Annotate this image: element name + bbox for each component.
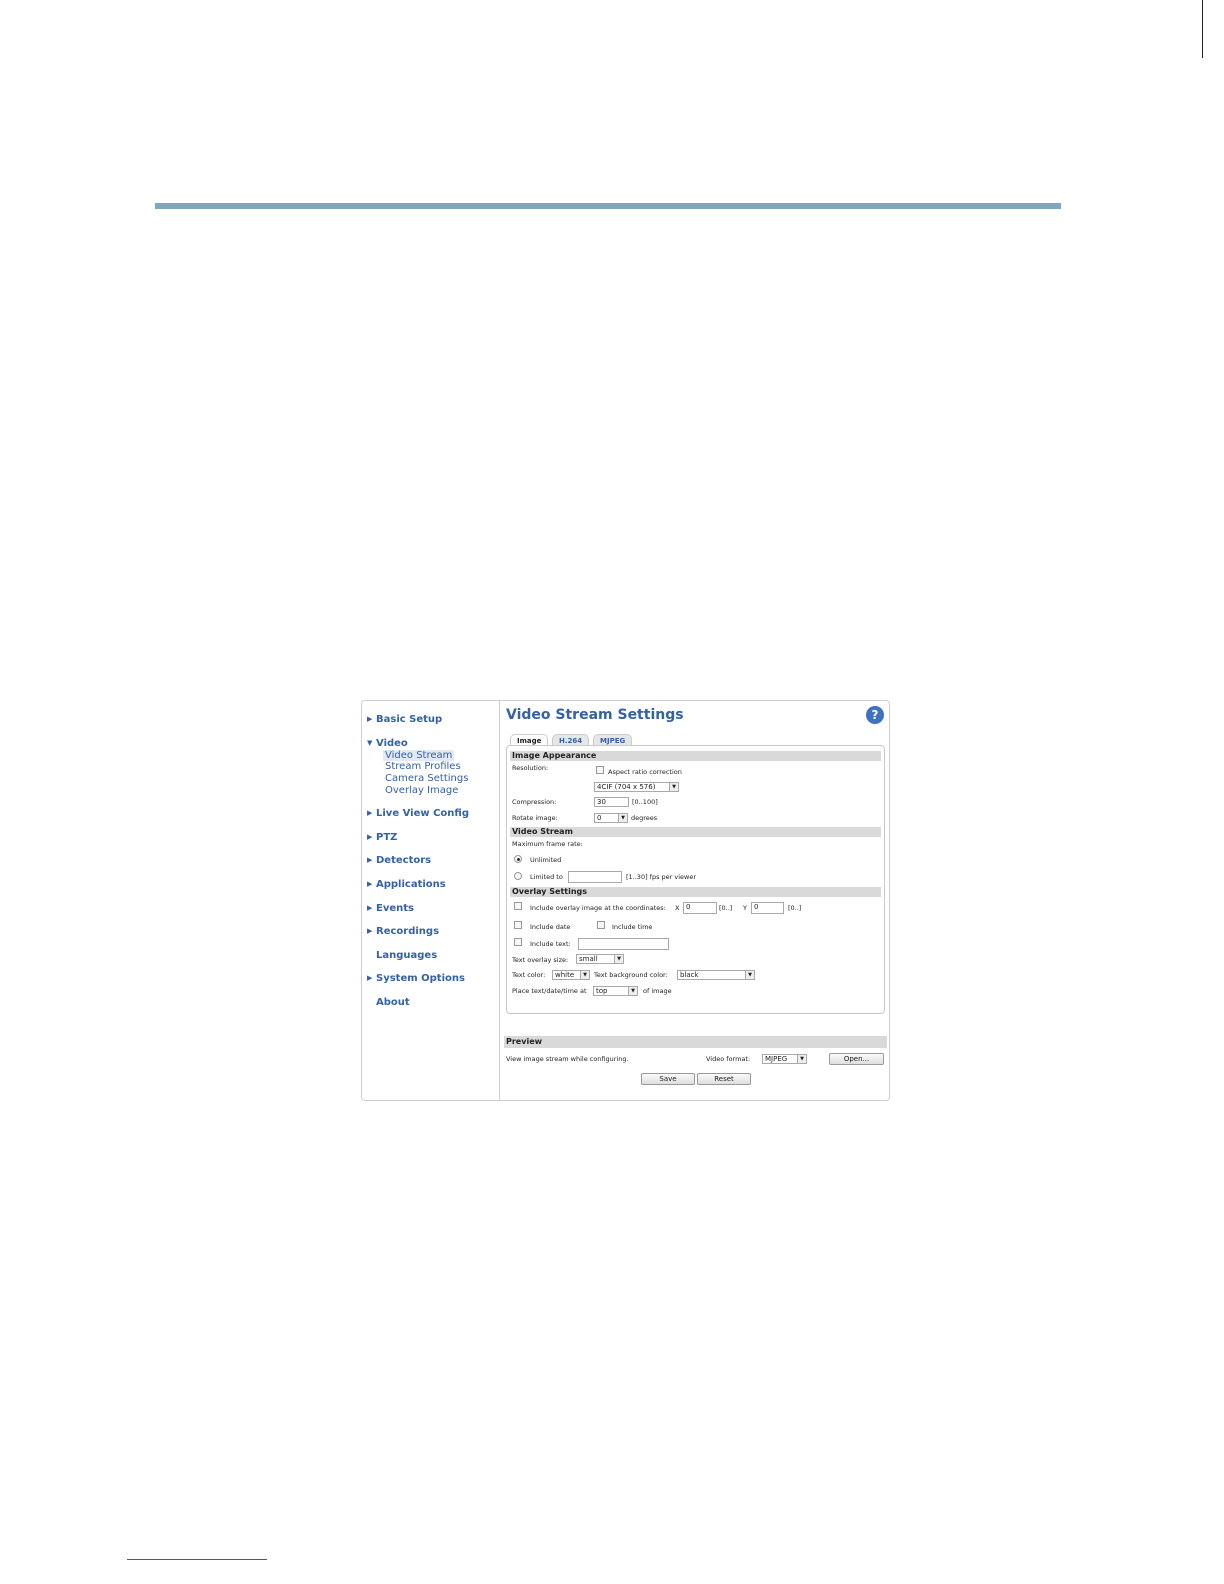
rotate-select[interactable]: 0 ▼ [594,813,628,823]
aspect-ratio-label: Aspect ratio correction [608,768,682,776]
chevron-right-icon: ▶ [367,927,373,935]
limited-radio[interactable] [514,872,522,880]
chevron-down-icon: ▼ [614,955,623,963]
chevron-right-icon: ▶ [367,974,373,982]
sidebar-item-about[interactable]: About [376,997,410,1008]
chevron-right-icon: ▶ [367,880,373,888]
chevron-down-icon: ▼ [745,971,754,979]
include-date-checkbox[interactable] [514,921,522,929]
sidebar-nav: ▶ Basic Setup ▼ Video Video Stream Stream … [362,701,500,1100]
sidebar-item-ptz[interactable]: ▶ PTZ [367,832,397,843]
place-text-label: Place text/date/time at [512,987,587,995]
sidebar-item-recordings[interactable]: ▶ Recordings [367,926,439,937]
include-time-checkbox[interactable] [597,921,605,929]
rotate-unit: degrees [631,814,658,822]
compression-range: [0..100] [632,798,658,806]
aspect-ratio-checkbox[interactable] [596,766,604,774]
page-edge-line [1202,0,1203,58]
open-button[interactable]: Open... [829,1053,884,1065]
reset-button[interactable]: Reset [697,1073,751,1085]
help-icon[interactable]: ? [866,706,884,724]
place-text-suffix: of image [643,987,672,995]
sidebar-subitem-overlay-image[interactable]: Overlay Image [385,785,458,796]
sidebar-subitem-camera-settings[interactable]: Camera Settings [385,773,468,784]
resolution-label: Resolution: [512,764,549,772]
overlay-y-label: Y [743,904,747,912]
video-stream-settings-screenshot: ▶ Basic Setup ▼ Video Video Stream Stream … [361,700,890,1101]
text-color-label: Text color: [512,971,546,979]
chevron-right-icon: ▶ [367,904,373,912]
place-text-select[interactable]: top ▼ [593,986,638,996]
overlay-x-range: [0..] [719,904,733,912]
unlimited-radio[interactable] [514,855,522,863]
compression-input[interactable]: 30 [594,797,629,807]
limited-fps-input[interactable] [568,871,622,883]
compression-label: Compression: [512,798,557,806]
include-date-label: Include date [530,923,571,931]
save-button[interactable]: Save [641,1073,695,1085]
sidebar-item-system-options[interactable]: ▶ System Options [367,973,465,984]
overlay-y-range: [0..] [788,904,802,912]
video-format-label: Video format: [706,1055,751,1063]
resolution-select[interactable]: 4CIF (704 x 576) ▼ [594,782,679,792]
section-overlay-settings: Overlay Settings [510,887,881,897]
text-bg-color-select[interactable]: black ▼ [677,970,755,980]
sidebar-item-live-view-config[interactable]: ▶ Live View Config [367,808,469,819]
sidebar-item-languages[interactable]: Languages [376,950,437,961]
include-overlay-label: Include overlay image at the coordinates… [530,904,666,912]
include-time-label: Include time [612,923,653,931]
text-size-select[interactable]: small ▼ [576,954,624,964]
footnote-link-underline[interactable] [127,1559,267,1560]
video-format-select[interactable]: MJPEG ▼ [762,1054,807,1064]
section-preview: Preview [504,1036,887,1048]
overlay-y-input[interactable]: 0 [751,902,784,914]
text-bg-color-label: Text background color: [594,971,668,979]
chevron-down-icon: ▼ [628,987,637,995]
chevron-right-icon: ▶ [367,833,373,841]
section-video-stream: Video Stream [510,827,881,837]
sidebar-item-detectors[interactable]: ▶ Detectors [367,855,431,866]
chevron-down-icon: ▼ [580,971,589,979]
page-title: Video Stream Settings [506,707,684,723]
overlay-x-label: X [675,904,680,912]
sidebar-item-applications[interactable]: ▶ Applications [367,879,446,890]
overlay-x-input[interactable]: 0 [683,902,717,914]
sidebar-subitem-video-stream[interactable]: Video Stream [383,750,455,761]
sidebar-item-events[interactable]: ▶ Events [367,903,414,914]
chevron-down-icon: ▼ [669,783,678,791]
chevron-right-icon: ▶ [367,809,373,817]
include-overlay-checkbox[interactable] [514,902,522,910]
sidebar-item-basic-setup[interactable]: ▶ Basic Setup [367,714,442,725]
chevron-right-icon: ▶ [367,856,373,864]
header-rule [155,203,1061,209]
settings-panel: Image Appearance Resolution: Aspect rati… [506,745,885,1014]
text-color-select[interactable]: white ▼ [552,970,590,980]
max-frame-rate-label: Maximum frame rate: [512,840,583,848]
preview-description: View image stream while configuring. [506,1055,629,1063]
chevron-down-icon: ▼ [618,814,627,822]
section-image-appearance: Image Appearance [510,751,881,761]
rotate-label: Rotate image: [512,814,558,822]
chevron-down-icon: ▼ [797,1055,806,1063]
chevron-down-icon: ▼ [367,739,373,747]
include-text-label: Include text: [530,940,571,948]
limited-fps-range: [1..30] fps per viewer [626,873,697,881]
limited-label: Limited to [530,873,563,881]
include-text-checkbox[interactable] [514,938,522,946]
unlimited-label: Unlimited [530,856,562,864]
sidebar-item-video[interactable]: ▼ Video [367,738,408,749]
text-size-label: Text overlay size: [512,956,569,964]
sidebar-subitem-stream-profiles[interactable]: Stream Profiles [385,761,461,772]
include-text-input[interactable] [578,938,669,950]
main-content: Video Stream Settings ? Image H.264 MJPE… [501,701,889,1100]
chevron-right-icon: ▶ [367,715,373,723]
